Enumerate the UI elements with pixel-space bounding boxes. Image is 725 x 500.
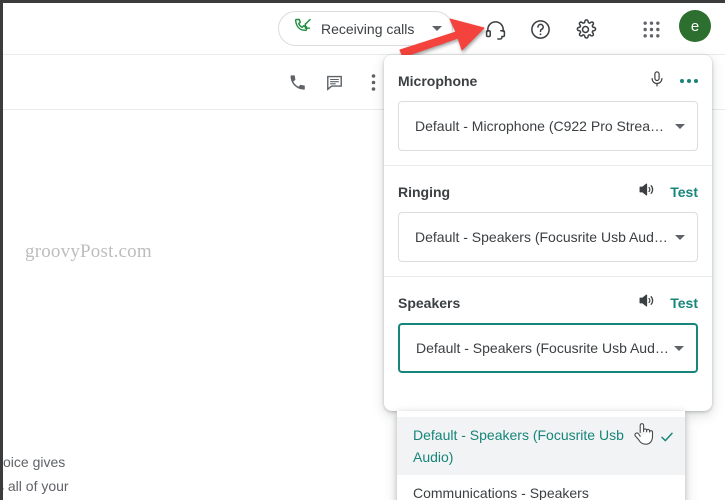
microphone-select[interactable]: Default - Microphone (C922 Pro Strea… [398,101,698,151]
message-icon[interactable] [321,69,347,95]
ringing-test-button[interactable]: Test [670,184,698,200]
headset-icon[interactable] [481,15,509,43]
pointer-hand-cursor [633,421,655,447]
help-icon[interactable] [526,15,554,43]
microphone-select-value: Default - Microphone (C922 Pro Strea… [415,118,664,134]
microphone-section-title: Microphone [398,73,478,89]
phone-icon[interactable] [284,69,310,95]
watermark: groovyPost.com [25,241,152,262]
avatar-initial: e [690,17,700,35]
chevron-down-icon [674,345,684,351]
page-body-text-line-1: oice gives [3,454,66,470]
speakers-section: Speakers Test Default - Speakers (Focusr… [384,277,712,373]
chevron-down-icon [675,234,685,240]
speakers-select-value: Default - Speakers (Focusrite Usb Aud… [416,340,669,356]
ringing-select[interactable]: Default - Speakers (Focusrite Usb Aud… [398,212,698,262]
page-body-text-line-2: s all of your [0,478,69,494]
ringing-section-title: Ringing [398,184,451,200]
phone-incoming-icon [293,16,313,41]
volume-icon [637,291,656,315]
volume-icon [637,180,656,204]
settings-gear-icon[interactable] [571,15,599,43]
chevron-down-icon [675,123,685,129]
browser-window: groovyPost.com oice gives s all of your … [0,0,725,500]
speakers-section-header: Speakers Test [398,277,698,323]
microphone-icon [648,70,666,93]
ringing-select-value: Default - Speakers (Focusrite Usb Aud… [415,229,668,245]
receiving-calls-dropdown[interactable]: Receiving calls [278,11,453,46]
page-body-text: oice gives s all of your [3,450,69,498]
audio-settings-panel: Microphone Default - Microphone (C922 Pr… [384,55,712,411]
dropdown-option-communications-speakers[interactable]: Communications - Speakers (Focusrite Usb… [397,475,685,500]
dropdown-option-label: Default - Speakers (Focusrite Usb Audio) [413,427,624,465]
microphone-section: Microphone Default - Microphone (C922 Pr… [384,55,712,151]
receiving-calls-label: Receiving calls [321,20,415,37]
speakers-select[interactable]: Default - Speakers (Focusrite Usb Aud… [398,323,698,373]
avatar[interactable]: e [679,10,711,42]
ringing-section-header: Ringing Test [398,166,698,212]
dropdown-option-label: Communications - Speakers (Focusrite Usb… [413,485,589,500]
speakers-test-button[interactable]: Test [670,295,698,311]
ringing-section: Ringing Test Default - Speakers (Focusri… [384,166,712,262]
microphone-section-header: Microphone [398,55,698,101]
chevron-down-icon [432,26,442,31]
apps-grid-icon[interactable] [637,15,665,43]
top-app-bar: Receiving calls e [3,3,725,55]
check-icon [659,429,675,445]
speakers-section-title: Speakers [398,295,461,311]
more-vertical-icon[interactable] [365,69,381,95]
more-horizontal-icon[interactable] [680,79,698,83]
